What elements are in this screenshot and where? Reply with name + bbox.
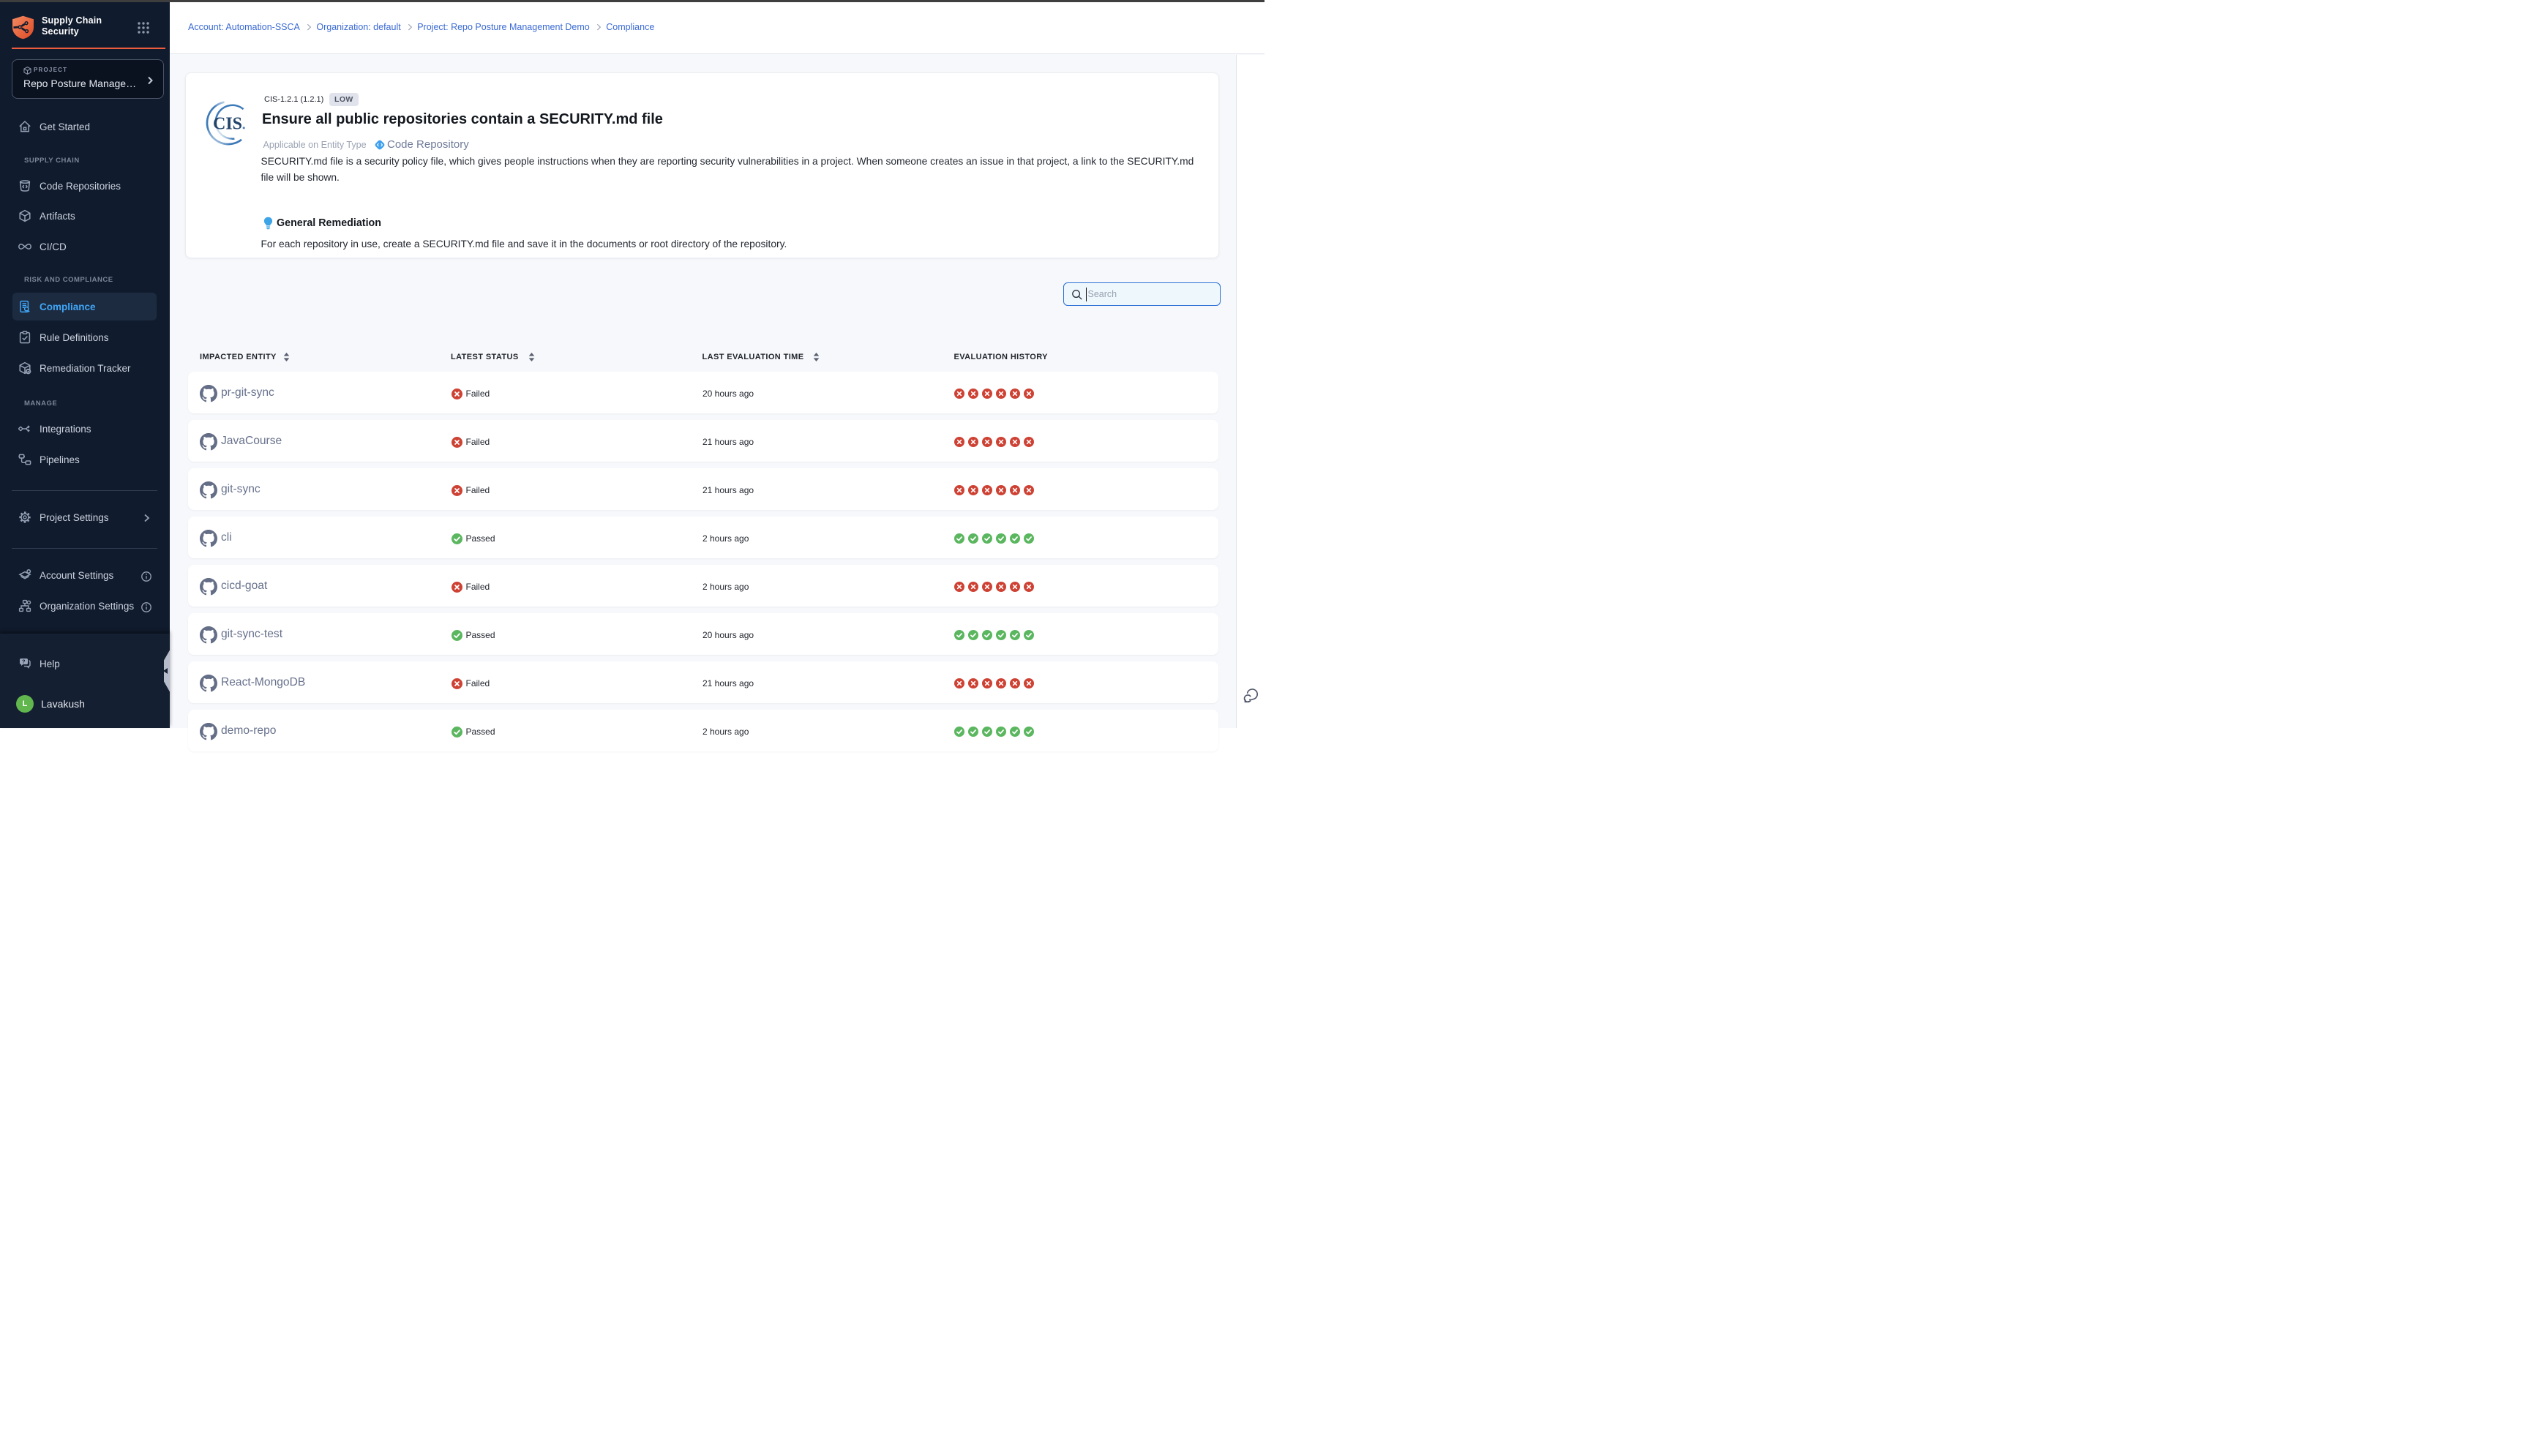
svg-text:?: ? xyxy=(22,658,26,665)
svg-text:CIS: CIS xyxy=(213,115,242,134)
